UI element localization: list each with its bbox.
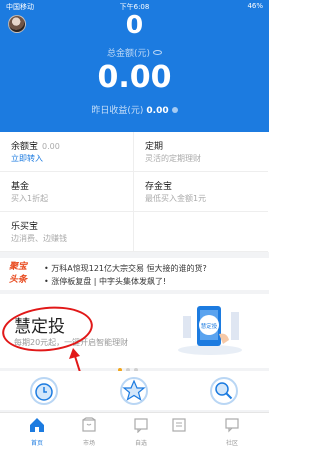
product-title: 定期 xyxy=(145,142,164,152)
product-title: 余额宝 xyxy=(11,142,39,152)
tab-label: 社区 xyxy=(225,440,238,447)
product-grid: 余额宝 0.00 立即转入 定期 灵活的定期理财 基金 买入1折起 存金宝 最低买… xyxy=(0,132,269,252)
news-logo: 聚宝 头条 xyxy=(9,262,28,285)
product-empty-cell xyxy=(134,212,268,252)
news-item[interactable]: • 涨停板复盘 | 中字头集体发飙了! xyxy=(44,276,166,287)
search-icon[interactable] xyxy=(208,375,240,407)
product-subtitle: 边消费、边赚钱 xyxy=(11,234,67,243)
tab-community[interactable]: 社区 xyxy=(205,416,259,452)
product-title: 存金宝 xyxy=(145,182,173,192)
community-icon xyxy=(225,418,239,433)
asset-count: 0 xyxy=(125,10,144,39)
tab-label: 首页 xyxy=(30,440,43,447)
yesterday-earnings-value: 0.00 xyxy=(146,106,169,116)
product-lemaibao[interactable]: 乐买宝 边消费、边赚钱 xyxy=(0,212,134,252)
product-title: 基金 xyxy=(11,182,30,192)
timer-icon[interactable] xyxy=(28,375,60,407)
tab-market[interactable]: 市场 xyxy=(62,416,116,452)
yesterday-earnings: 昨日收益(元) 0.00 xyxy=(0,103,269,116)
news-icon xyxy=(172,418,186,432)
account-header: 中国移动 下午6:08 46% 0 总金额(元) 0.00 昨日收益(元) 0.0… xyxy=(0,0,269,132)
smart-invest-banner[interactable]: 慧定投 每期20元起，一键开启智能理财 慧定投 xyxy=(0,294,269,389)
yesterday-earnings-label: 昨日收益(元) xyxy=(91,106,144,116)
headline-news[interactable]: 聚宝 头条 • 万科A惊现121亿大宗交易 恒大接的谁的货? • 涨停板复盘 | … xyxy=(0,258,269,290)
transfer-in-link[interactable]: 立即转入 xyxy=(11,153,43,164)
tab-label: 市场 xyxy=(82,440,95,447)
product-fixed-term[interactable]: 定期 灵活的定期理财 xyxy=(134,132,268,172)
tab-home[interactable]: 首页 xyxy=(10,416,64,452)
tab-news[interactable] xyxy=(152,416,206,452)
product-fund[interactable]: 基金 买入1折起 xyxy=(0,172,134,212)
quick-entry-row xyxy=(0,371,269,410)
home-icon xyxy=(30,418,44,432)
fortune-page: 中国移动 下午6:08 46% 0 总金额(元) 0.00 昨日收益(元) 0.0… xyxy=(0,0,269,453)
watchlist-icon xyxy=(134,418,148,433)
info-icon[interactable] xyxy=(171,107,178,113)
smartphone-illustration-icon: 慧定投 xyxy=(178,306,242,355)
battery-text: 46% xyxy=(247,2,263,10)
total-amount-label: 总金额(元) xyxy=(0,46,269,59)
product-subtitle: 灵活的定期理财 xyxy=(145,154,201,163)
news-item[interactable]: • 万科A惊现121亿大宗交易 恒大接的谁的货? xyxy=(44,263,207,274)
star-icon[interactable] xyxy=(118,375,150,407)
product-subtitle: 最低买入金额1元 xyxy=(145,194,207,203)
bottom-tab-bar: 首页 市场 自选 社区 xyxy=(0,412,269,453)
product-title: 乐买宝 xyxy=(11,222,39,232)
banner-badge: 慧定投 xyxy=(201,322,218,330)
eye-icon[interactable] xyxy=(153,50,163,55)
product-gold[interactable]: 存金宝 最低买入金额1元 xyxy=(134,172,268,212)
product-balance: 0.00 xyxy=(42,142,60,151)
total-amount: 0.00 xyxy=(97,60,172,95)
product-yuebao[interactable]: 余额宝 0.00 立即转入 xyxy=(0,132,134,172)
market-icon xyxy=(82,417,96,432)
product-subtitle: 买入1折起 xyxy=(11,194,49,203)
